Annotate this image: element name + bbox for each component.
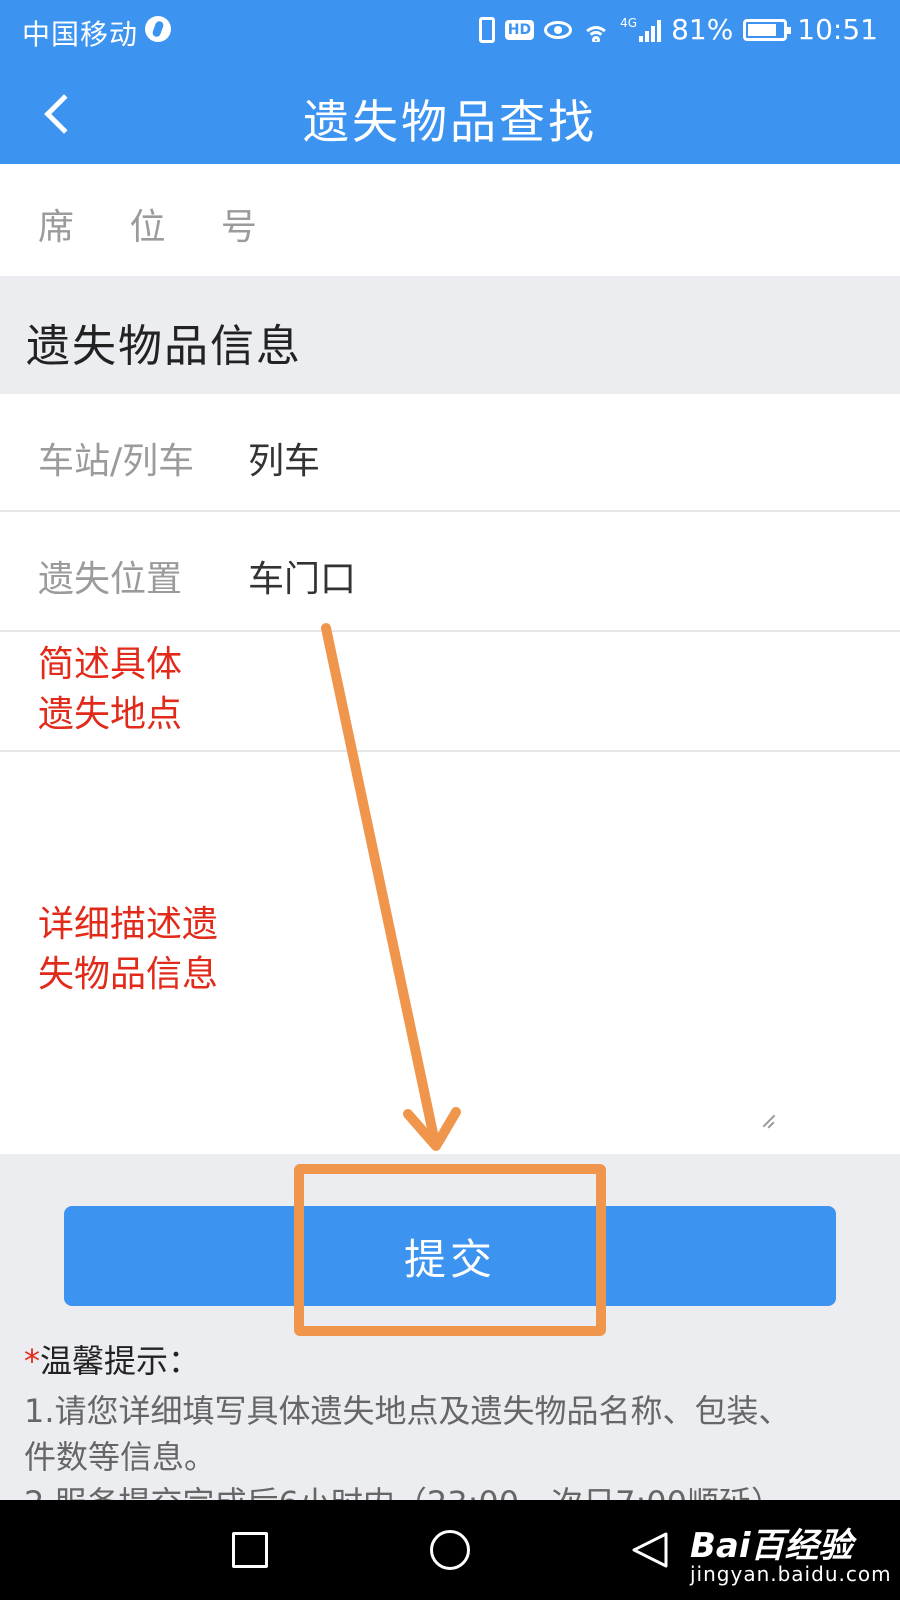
- recent-apps-icon[interactable]: [232, 1532, 268, 1568]
- battery-icon: [743, 18, 792, 41]
- baidu-logo: Bai百经验: [690, 1526, 853, 1566]
- status-bar: 中国移动 HD 4G 81% 10:51: [0, 0, 900, 62]
- signal-icon: [639, 18, 662, 42]
- nav-bar: 遗失物品查找: [0, 62, 900, 164]
- wifi-icon: [582, 18, 611, 42]
- status-indicators: HD 4G 81% 10:51: [478, 13, 878, 46]
- lost-location-select[interactable]: 遗失位置 车门口: [0, 512, 900, 632]
- lost-location-label: 遗失位置: [38, 559, 183, 600]
- watermark-url: jingyan.baidu.com: [690, 1562, 892, 1586]
- back-triangle-icon[interactable]: [630, 1530, 670, 1570]
- item-description-textarea[interactable]: 详细描述遗 失物品信息: [0, 752, 900, 1154]
- seat-number-field[interactable]: 席 位 号: [0, 164, 900, 276]
- eye-icon: [544, 20, 573, 39]
- tips-title: *温馨提示：: [24, 1336, 200, 1382]
- required-star: *: [24, 1342, 40, 1380]
- tips-line-2: 件数等信息。: [24, 1438, 217, 1476]
- seat-number-label: 席 位 号: [38, 207, 279, 248]
- lost-location-value: 车门口: [248, 559, 357, 600]
- resize-handle-icon[interactable]: [760, 1114, 774, 1128]
- station-train-value: 列车: [248, 441, 321, 482]
- vibrate-icon: [478, 16, 495, 43]
- section-title: 遗失物品信息: [26, 321, 302, 372]
- baidu-watermark: Bai百经验 jingyan.baidu.com: [690, 1518, 891, 1586]
- home-icon[interactable]: [430, 1530, 470, 1570]
- brief-location-note: 简述具体 遗失地点: [38, 644, 183, 735]
- page-title: 遗失物品查找: [303, 95, 597, 149]
- carrier-name: 中国移动: [22, 18, 139, 51]
- item-description-note: 详细描述遗 失物品信息: [38, 904, 219, 995]
- clock: 10:51: [797, 13, 878, 46]
- network-type: 4G: [620, 15, 638, 30]
- station-train-label: 车站/列车: [38, 441, 195, 482]
- hd-icon: HD: [504, 19, 535, 40]
- android-nav-bar: Bai百经验 jingyan.baidu.com: [0, 1500, 900, 1600]
- annotation-highlight-box: [294, 1164, 606, 1336]
- section-header: 遗失物品信息: [0, 276, 900, 394]
- tips-title-text: 温馨提示：: [40, 1342, 201, 1380]
- brief-location-input[interactable]: 简述具体 遗失地点: [0, 632, 900, 752]
- battery-percent: 81%: [671, 13, 734, 46]
- station-train-select[interactable]: 车站/列车 列车: [0, 394, 900, 512]
- tips-line-1: 1.请您详细填写具体遗失地点及遗失物品名称、包装、: [24, 1392, 791, 1430]
- sync-icon: [145, 16, 171, 42]
